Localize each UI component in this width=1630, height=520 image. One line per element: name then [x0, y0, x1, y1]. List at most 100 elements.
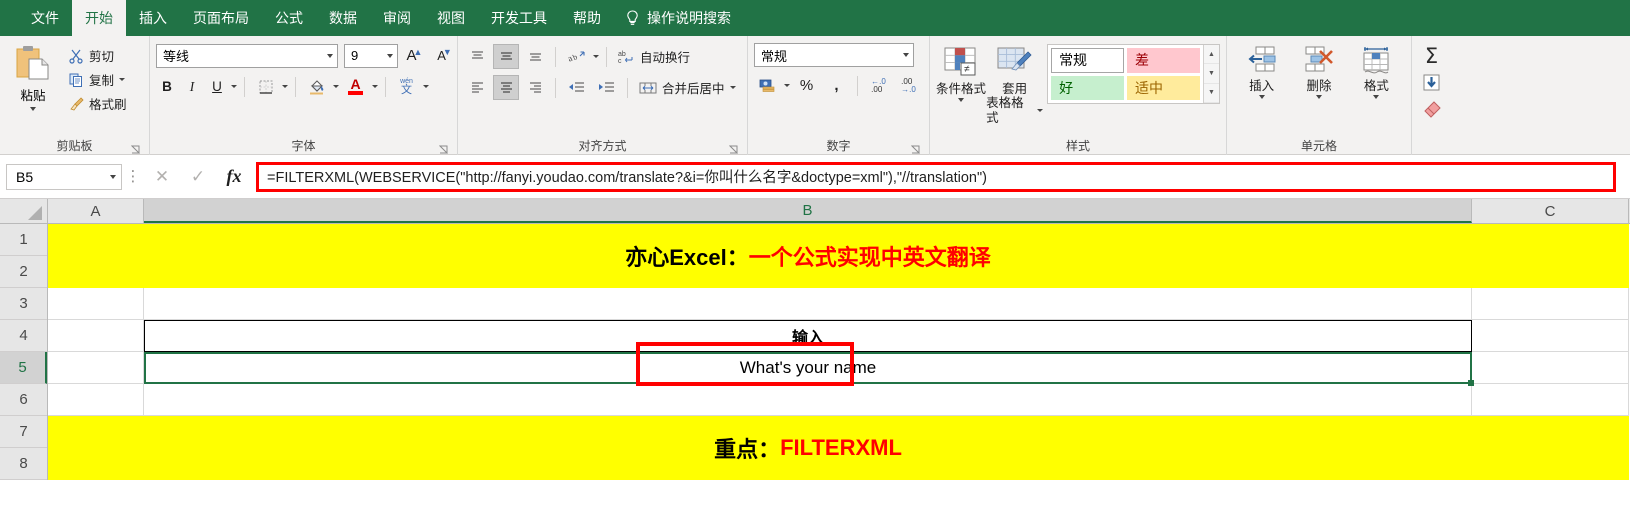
font-color-button[interactable]: A	[342, 74, 369, 99]
copy-button[interactable]: 复制	[64, 68, 131, 91]
tell-me-search[interactable]: 操作说明搜索	[614, 0, 743, 36]
underline-caret[interactable]	[231, 85, 237, 88]
cell-a1[interactable]	[48, 224, 144, 256]
cell-c4[interactable]	[1472, 320, 1629, 352]
underline-button[interactable]: U	[206, 74, 228, 99]
cell-style-neutral[interactable]: 适中	[1127, 75, 1200, 100]
tab-review[interactable]: 审阅	[370, 0, 424, 36]
format-painter-button[interactable]: 格式刷	[64, 92, 131, 115]
row-header-4[interactable]: 4	[0, 320, 47, 352]
align-center-button[interactable]	[493, 75, 519, 100]
conditional-formatting-button[interactable]: ≠ 条件格式	[936, 44, 986, 104]
tab-home[interactable]: 开始	[72, 0, 126, 36]
align-middle-button[interactable]	[493, 44, 519, 69]
name-box-caret[interactable]	[110, 174, 116, 179]
cell-b6[interactable]	[144, 384, 1472, 416]
cell-a5[interactable]	[48, 352, 144, 384]
format-cells-caret[interactable]	[1373, 95, 1380, 100]
format-cells-button[interactable]: 格式	[1348, 44, 1405, 101]
gallery-expand-button[interactable]: ▼	[1204, 83, 1219, 103]
row-header-5[interactable]: 5	[0, 352, 47, 384]
wrap-text-button[interactable]: ab c 自动换行	[614, 45, 694, 68]
cell-c7[interactable]	[1472, 416, 1629, 448]
merge-center-button[interactable]: 合并后居中	[635, 76, 740, 99]
tab-formulas[interactable]: 公式	[262, 0, 316, 36]
conditional-formatting-caret[interactable]	[958, 98, 965, 103]
phonetic-caret[interactable]	[423, 85, 429, 88]
cell-styles-gallery[interactable]: 常规 差 好 适中 ▲ ▼ ▼	[1047, 44, 1220, 104]
insert-cells-button[interactable]: 插入	[1233, 44, 1290, 101]
row-header-6[interactable]: 6	[0, 384, 47, 416]
merge-center-caret[interactable]	[729, 86, 736, 89]
gallery-scroll-up-button[interactable]: ▲	[1204, 45, 1219, 65]
name-box[interactable]: B5	[6, 163, 122, 190]
increase-decimal-button[interactable]: ←.0.00	[865, 73, 892, 98]
orientation-button[interactable]: a b	[563, 44, 590, 69]
align-left-button[interactable]	[464, 75, 490, 100]
row-header-8[interactable]: 8	[0, 448, 47, 480]
clear-button[interactable]	[1418, 97, 1445, 122]
bold-button[interactable]: B	[156, 74, 178, 99]
font-name-caret[interactable]	[327, 53, 333, 58]
fill-color-button[interactable]	[303, 74, 330, 99]
insert-cells-caret[interactable]	[1258, 95, 1265, 100]
row-header-1[interactable]: 1	[0, 224, 47, 256]
delete-cells-button[interactable]: 删除	[1290, 44, 1347, 101]
font-dialog-launcher[interactable]	[439, 145, 448, 154]
tab-developer[interactable]: 开发工具	[478, 0, 560, 36]
format-as-table-button[interactable]: 套用 表格格式	[986, 44, 1044, 127]
font-size-caret[interactable]	[387, 53, 393, 58]
cell-a6[interactable]	[48, 384, 144, 416]
fill-button[interactable]	[1418, 70, 1445, 95]
cell-a2[interactable]	[48, 256, 144, 288]
cut-button[interactable]: 剪切	[64, 44, 131, 67]
cell-c2[interactable]	[1472, 256, 1629, 288]
cell-style-good[interactable]: 好	[1051, 75, 1125, 100]
paste-button[interactable]: 粘贴	[6, 41, 60, 115]
cell-c6[interactable]	[1472, 384, 1629, 416]
tab-page-layout[interactable]: 页面布局	[180, 0, 262, 36]
formula-input[interactable]: =FILTERXML(WEBSERVICE("http://fanyi.youd…	[256, 161, 1616, 192]
percent-style-button[interactable]: %	[793, 73, 820, 98]
delete-cells-caret[interactable]	[1315, 95, 1322, 100]
increase-indent-button[interactable]	[593, 75, 620, 100]
close-icon[interactable]: ✕	[144, 163, 180, 191]
decrease-indent-button[interactable]	[563, 75, 590, 100]
font-size-input[interactable]: 9	[344, 43, 398, 68]
autosum-button[interactable]: Σ	[1418, 43, 1445, 68]
font-name-input[interactable]: 等线	[156, 43, 338, 68]
tab-view[interactable]: 视图	[424, 0, 478, 36]
row-header-3[interactable]: 3	[0, 288, 47, 320]
cell-style-normal[interactable]: 常规	[1051, 48, 1125, 73]
alignment-dialog-launcher[interactable]	[729, 145, 738, 154]
row-header-2[interactable]: 2	[0, 256, 47, 288]
number-dialog-launcher[interactable]	[911, 145, 920, 154]
clipboard-dialog-launcher[interactable]	[131, 145, 140, 154]
fx-icon[interactable]: fx	[216, 163, 252, 191]
accounting-caret[interactable]	[784, 84, 790, 87]
column-header-b[interactable]: B	[144, 199, 1472, 223]
cell-c1[interactable]	[1472, 224, 1629, 256]
decrease-font-size-button[interactable]: A ▼	[431, 43, 458, 68]
copy-dropdown-caret[interactable]	[119, 78, 126, 81]
borders-button[interactable]	[252, 74, 279, 99]
tab-help[interactable]: 帮助	[560, 0, 614, 36]
increase-font-size-button[interactable]: A ▲	[401, 43, 428, 68]
cell-b3[interactable]	[144, 288, 1472, 320]
italic-button[interactable]: I	[181, 74, 203, 99]
fill-color-caret[interactable]	[333, 85, 339, 88]
number-format-select[interactable]: 常规	[754, 43, 914, 67]
decrease-decimal-button[interactable]: .00 →.0	[895, 73, 922, 98]
cell-c3[interactable]	[1472, 288, 1629, 320]
align-right-button[interactable]	[522, 75, 548, 100]
cell-a3[interactable]	[48, 288, 144, 320]
check-icon[interactable]: ✓	[180, 163, 216, 191]
phonetic-guide-button[interactable]: wén 文	[393, 74, 420, 99]
cell-a4[interactable]	[48, 320, 144, 352]
tab-insert[interactable]: 插入	[126, 0, 180, 36]
title-banner[interactable]: 亦心Excel： 一个公式实现中英文翻译	[144, 224, 1472, 288]
number-format-caret[interactable]	[903, 53, 909, 57]
comma-style-button[interactable]: ,	[823, 73, 850, 98]
align-bottom-button[interactable]	[522, 44, 548, 69]
select-all-corner[interactable]	[0, 199, 48, 223]
